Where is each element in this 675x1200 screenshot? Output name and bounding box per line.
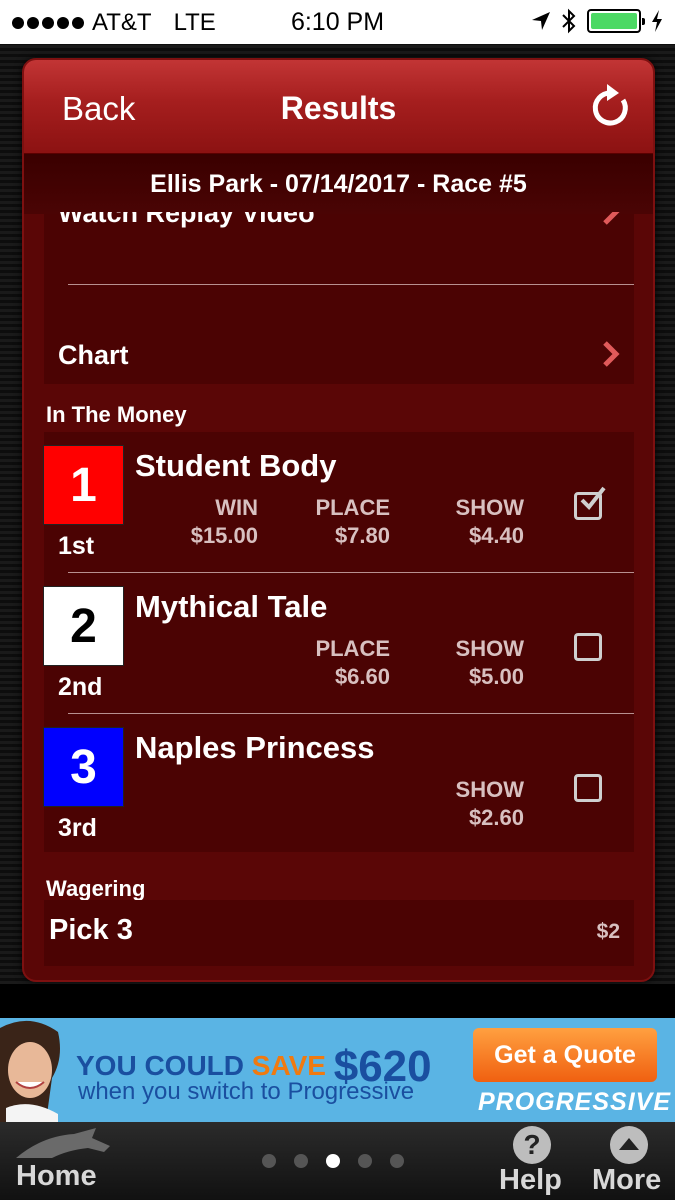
in-the-money-label: In The Money (46, 402, 187, 427)
page-dot-active[interactable] (326, 1154, 340, 1168)
get-quote-button[interactable]: Get a Quote (473, 1028, 657, 1082)
spokesperson-image (0, 1018, 68, 1122)
battery-icon (587, 9, 645, 33)
status-right (531, 8, 663, 34)
menu-item-label: Chart (58, 340, 129, 370)
tab-help[interactable]: ? Help (494, 1122, 574, 1200)
location-arrow-icon (532, 12, 550, 30)
ad-headline-save: SAVE (251, 1050, 326, 1081)
menu-item-chart[interactable]: Chart (58, 340, 620, 371)
divider (68, 284, 634, 285)
show-payout: SHOW $5.00 (424, 635, 524, 691)
horse-name: Student Body (135, 448, 337, 483)
finish-position: 3rd (58, 814, 97, 842)
page-dot[interactable] (262, 1154, 276, 1168)
show-value: $5.00 (468, 664, 524, 689)
bet-amount: $2 (596, 920, 620, 943)
show-value: $2.60 (468, 805, 524, 830)
nav-header: Back Results (24, 60, 653, 154)
help-icon: ? (513, 1126, 551, 1164)
more-icon (610, 1126, 648, 1164)
charging-bolt-icon (652, 10, 662, 32)
place-payout: PLACE $7.80 (288, 494, 390, 550)
wagering-label: Wagering (46, 876, 146, 901)
program-number-badge: 1 (43, 445, 124, 525)
page-title: Results (280, 90, 397, 126)
tab-more-label: More (592, 1164, 662, 1196)
place-value: $6.60 (334, 664, 390, 689)
horse-head-icon (16, 1128, 110, 1158)
tab-bar: Home ? Help More (0, 1122, 675, 1200)
wager-row[interactable]: Pick 3 $2 (44, 900, 634, 966)
bluetooth-icon (562, 8, 576, 34)
result-row: 1 1st Student Body WIN $15.00 PLACE $7.8… (43, 432, 634, 573)
show-label: SHOW (455, 495, 524, 520)
show-payout: SHOW $2.60 (424, 776, 524, 832)
bet-type: Pick 3 (49, 914, 133, 946)
status-bar: AT&T LTE 6:10 PM (0, 0, 675, 44)
page-dot[interactable] (390, 1154, 404, 1168)
show-value: $4.40 (468, 523, 524, 548)
menu-list: Watch Replay Video Chart (44, 212, 634, 384)
place-label: PLACE (315, 495, 390, 520)
page-dot[interactable] (294, 1154, 308, 1168)
ad-subline: when you switch to Progressive (78, 1078, 415, 1105)
result-row: 2 2nd Mythical Tale PLACE $6.60 SHOW $5.… (43, 573, 634, 714)
finish-position: 2nd (58, 673, 103, 701)
select-checkbox[interactable] (574, 774, 602, 802)
finish-position: 1st (58, 532, 95, 560)
tab-help-label: Help (499, 1164, 562, 1196)
tab-home-label: Home (16, 1160, 97, 1192)
result-row: 3 3rd Naples Princess SHOW $2.60 (43, 714, 634, 855)
page-indicator (262, 1154, 404, 1168)
show-payout: SHOW $4.40 (424, 494, 524, 550)
program-number-badge: 3 (43, 727, 124, 807)
ad-banner[interactable]: YOU COULD SAVE $620 when you switch to P… (0, 1018, 675, 1122)
menu-item-replay[interactable]: Watch Replay Video (58, 212, 620, 252)
checkmark-icon (580, 486, 606, 511)
in-the-money-list: 1 1st Student Body WIN $15.00 PLACE $7.8… (43, 432, 634, 855)
tab-home[interactable]: Home (10, 1122, 120, 1200)
race-info: Ellis Park - 07/14/2017 - Race #5 (24, 154, 653, 214)
horse-name: Mythical Tale (135, 589, 328, 624)
place-label: PLACE (315, 636, 390, 661)
chevron-right-icon (603, 341, 620, 367)
page-dot[interactable] (358, 1154, 372, 1168)
select-checkbox[interactable] (574, 633, 602, 661)
results-card: Back Results Ellis Park - 07/14/2017 - R… (22, 58, 655, 982)
tab-more[interactable]: More (588, 1122, 672, 1200)
show-label: SHOW (455, 777, 524, 802)
program-number-badge: 2 (43, 586, 124, 666)
refresh-icon[interactable] (589, 82, 633, 130)
place-value: $7.80 (334, 523, 390, 548)
show-label: SHOW (455, 636, 524, 661)
win-label: WIN (215, 495, 258, 520)
place-payout: PLACE $6.60 (288, 635, 390, 691)
horse-name: Naples Princess (135, 730, 375, 765)
ad-headline-prefix: YOU COULD (76, 1050, 244, 1081)
ad-brand-logo: PROGRESSIVE (478, 1088, 671, 1116)
chevron-right-icon (603, 212, 620, 225)
menu-item-label: Watch Replay Video (58, 212, 315, 228)
win-value: $15.00 (190, 523, 258, 548)
win-payout: WIN $15.00 (162, 494, 258, 550)
